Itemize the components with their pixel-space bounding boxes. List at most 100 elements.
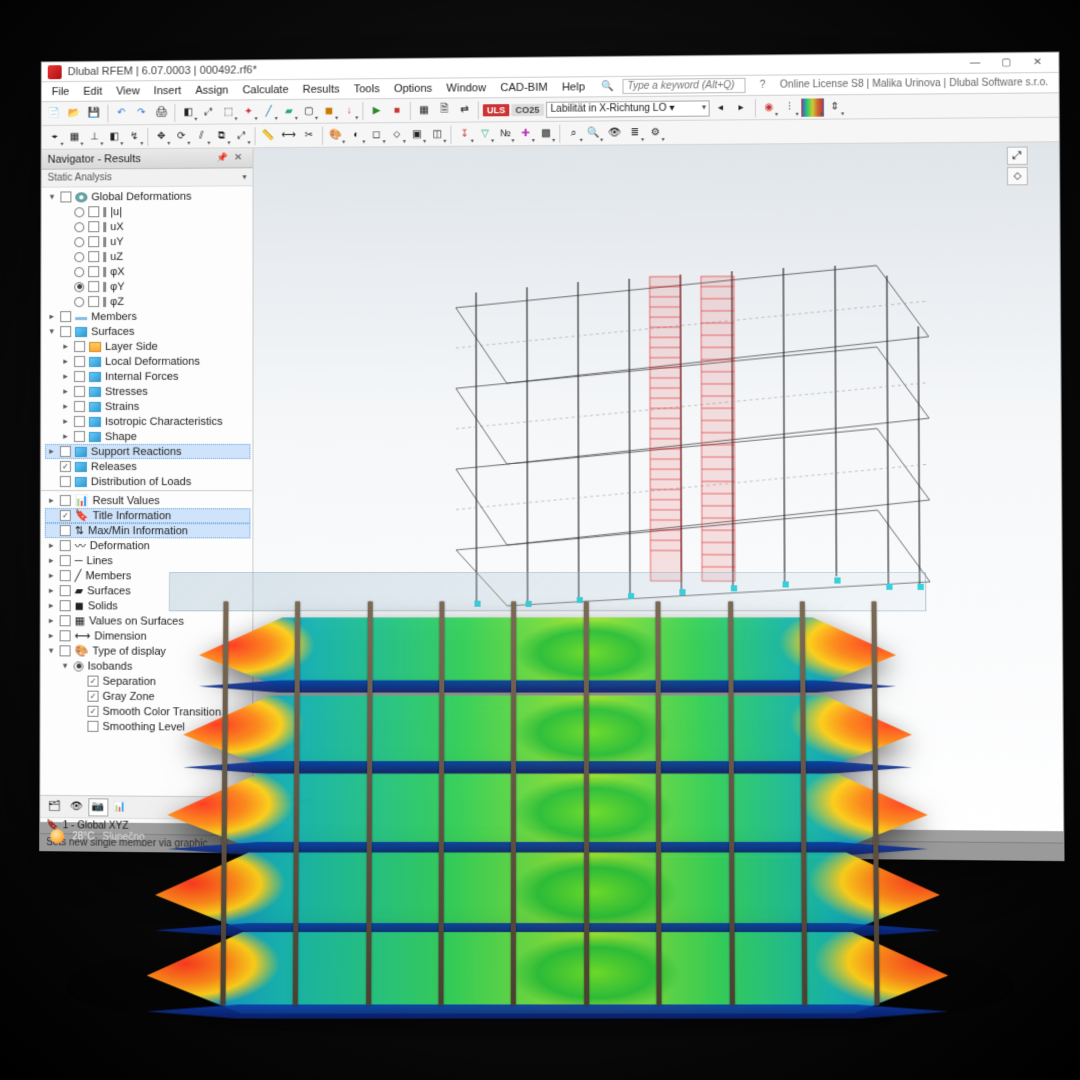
show-loads-button[interactable]: ↧ [455,125,473,143]
find-button[interactable]: 🔍 [585,124,603,142]
prev-combo-button[interactable]: ◂ [711,99,730,117]
results-toggle-button[interactable]: ◉ [760,98,779,116]
menu-results[interactable]: Results [297,81,346,97]
node-tool-button[interactable]: ✦ [240,103,258,121]
new-file-button[interactable]: 📄 [46,104,64,122]
tree-internal-forces[interactable]: ▸Internal Forces [59,369,250,384]
opt-maxmin[interactable]: ⇅Max/Min Information [45,523,251,538]
save-button[interactable]: 💾 [85,104,103,122]
load-tool-button[interactable]: ↓ [340,102,358,120]
rotate-button[interactable]: ⟳ [172,127,190,145]
render-mode-button[interactable]: ◐ [347,126,365,144]
uls-badge[interactable]: ULS [483,104,509,116]
deform-scale-button[interactable]: ⇕ [826,98,845,116]
panel-close-button[interactable]: ✕ [230,152,246,163]
stop-button[interactable]: ■ [388,101,406,119]
tree-uy[interactable]: uY [59,233,250,249]
scale-button[interactable]: ⤢ [232,127,250,145]
pin-icon[interactable]: 📌 [215,152,230,163]
nav-tab-display[interactable]: 👁 [66,798,86,816]
workplane-button[interactable]: ◧ [105,128,123,146]
diagram-button[interactable]: ⫶ [780,98,799,116]
member-tool-button[interactable]: ╱ [260,103,278,121]
units-button[interactable]: ⇄ [455,101,473,119]
menu-file[interactable]: File [46,83,76,99]
minimize-button[interactable]: — [960,55,989,72]
load-combo-dropdown[interactable]: Labilität in X-Richtung LO ▾ [545,100,709,118]
menu-edit[interactable]: Edit [77,83,108,99]
surface-tool-button[interactable]: ▰ [280,102,298,120]
tree-phiy[interactable]: φY [59,278,250,294]
solid-tool-button[interactable]: ◼ [320,102,338,120]
tree-ux[interactable]: uX [59,218,250,234]
vp-fit-button[interactable]: ⤢ [1007,147,1028,165]
maximize-button[interactable]: ▢ [992,54,1021,71]
tree-strains[interactable]: ▸Strains [59,399,250,414]
isometric-button[interactable]: ⬦ [388,126,406,144]
redo-button[interactable]: ↷ [132,104,150,122]
show-local-axes-button[interactable]: ✚ [516,125,534,143]
undo-button[interactable]: ↶ [112,104,130,122]
menu-help[interactable]: Help [556,79,591,95]
snap-button[interactable]: ⌖ [46,128,64,146]
vp-iso-button[interactable]: ⬦ [1007,167,1028,185]
grid-button[interactable]: ▦ [66,128,84,146]
menu-tools[interactable]: Tools [348,81,386,97]
tree-uz[interactable]: uZ [59,248,250,264]
co-badge[interactable]: CO25 [511,103,543,115]
menu-cadbim[interactable]: CAD-BIM [494,79,554,96]
tree-releases[interactable]: Releases [45,459,250,474]
transparency-button[interactable]: ◻ [367,126,385,144]
opt-lines[interactable]: ▸─Lines [45,553,251,569]
clip-button[interactable]: ◫ [428,125,446,143]
opt-result-values[interactable]: ▸📊Result Values [45,493,251,508]
tree-u[interactable]: |u| [59,203,250,219]
tree-surfaces[interactable]: ▾Surfaces [45,324,250,340]
analysis-type-dropdown[interactable]: Static Analysis [42,168,253,187]
show-supports-button[interactable]: ▽ [476,125,494,143]
dimension-button[interactable]: ⟷ [280,126,298,144]
table-button[interactable]: ▦ [415,101,433,119]
report-button[interactable]: 🗎 [435,101,453,119]
next-combo-button[interactable]: ▸ [732,99,751,117]
open-file-button[interactable]: 📂 [66,104,84,122]
menu-insert[interactable]: Insert [148,82,188,98]
section-button[interactable]: ✂ [300,126,318,144]
tree-members[interactable]: ▸Members [45,308,250,324]
tree-layer-side[interactable]: ▸Layer Side [59,339,250,355]
nav-tab-data[interactable]: 🗂 [44,797,64,815]
tree-shape[interactable]: ▸Shape [59,429,250,444]
layer-button[interactable]: ≣ [626,124,644,142]
filter-button[interactable]: ⌕ [564,124,582,142]
close-button[interactable]: ✕ [1023,54,1052,71]
zoom-fit-button[interactable]: ⤢ [199,103,217,121]
show-mesh-button[interactable]: ▩ [537,124,555,142]
menu-assign[interactable]: Assign [189,82,234,98]
print-button[interactable]: 🖨 [152,104,170,122]
view-mode-button[interactable]: ◧ [179,103,197,121]
tree-local-deformations[interactable]: ▸Local Deformations [59,354,250,369]
opt-deformation[interactable]: ▸〰Deformation [45,538,251,554]
display-props-button[interactable]: ⚙ [646,123,664,141]
menu-view[interactable]: View [110,83,146,99]
keyword-input[interactable] [622,78,745,94]
tree-support-reactions[interactable]: ▸Support Reactions [45,444,250,459]
tree-global-deformations[interactable]: ▾ Global Deformations [45,188,250,204]
menu-calculate[interactable]: Calculate [236,81,294,98]
tree-distribution[interactable]: Distribution of Loads [45,474,251,489]
ortho-button[interactable]: ⊥ [85,128,103,146]
copy-button[interactable]: ⧉ [212,127,230,145]
mirror-button[interactable]: ⫽ [192,127,210,145]
show-numbers-button[interactable]: № [496,125,514,143]
color-button[interactable]: 🎨 [327,126,345,144]
tree-phix[interactable]: φX [59,263,250,279]
tree-isotropic[interactable]: ▸Isotropic Characteristics [59,414,250,429]
perspective-button[interactable]: ▣ [408,125,426,143]
tree-phiz[interactable]: φZ [59,293,250,309]
calc-button[interactable]: ▶ [367,102,385,120]
move-button[interactable]: ✥ [152,127,170,145]
menu-options[interactable]: Options [388,80,439,96]
opt-title-info[interactable]: 🔖Title Information [45,508,251,523]
tree-stresses[interactable]: ▸Stresses [59,384,250,399]
menu-window[interactable]: Window [440,80,492,97]
